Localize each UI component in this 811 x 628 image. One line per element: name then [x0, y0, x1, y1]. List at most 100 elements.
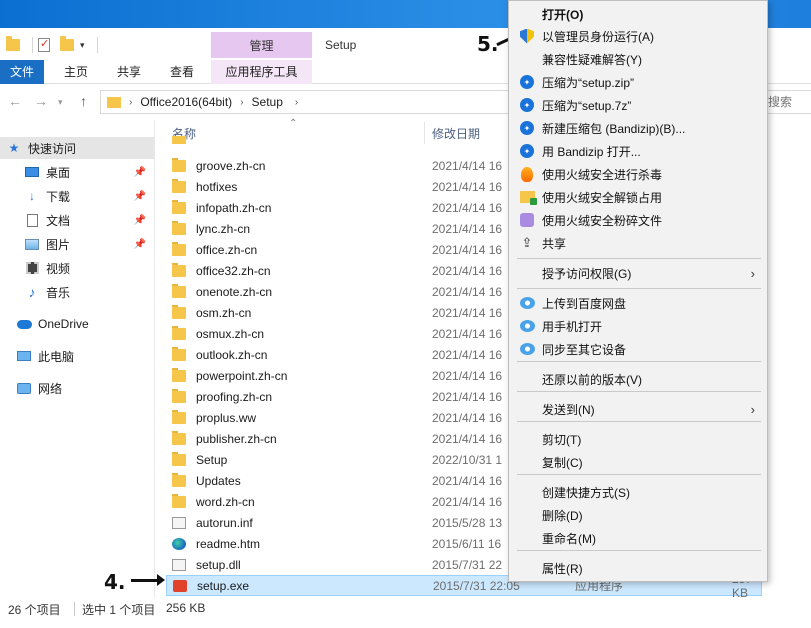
- file-name: office32.zh-cn: [196, 263, 271, 278]
- breadcrumb-office2016[interactable]: Office2016(64bit): [140, 95, 232, 109]
- pin-icon[interactable]: 📌: [134, 239, 146, 250]
- menu-item[interactable]: 复制(C): [509, 451, 767, 473]
- folder-icon: [172, 346, 186, 361]
- nav-network[interactable]: 网络: [0, 377, 154, 399]
- file-name: readme.htm: [196, 536, 261, 551]
- menu-item[interactable]: 删除(D): [509, 504, 767, 526]
- folder-icon: [172, 430, 186, 445]
- menu-separator: [517, 550, 761, 551]
- nav-music[interactable]: ♪ 音乐: [0, 281, 154, 303]
- chevron-right-icon[interactable]: ›: [240, 97, 243, 108]
- baidu-cloud-icon: [519, 295, 535, 311]
- nav-documents[interactable]: 文档 📌: [0, 209, 154, 231]
- menu-item[interactable]: 以管理员身份运行(A): [509, 25, 767, 47]
- pin-icon[interactable]: 📌: [134, 167, 146, 178]
- pin-icon[interactable]: 📌: [134, 191, 146, 202]
- cloud-icon: [16, 317, 32, 331]
- folder-icon: [172, 283, 186, 298]
- menu-separator: [517, 361, 761, 362]
- menu-item[interactable]: 发送到(N) ›: [509, 398, 767, 420]
- pin-icon[interactable]: 📌: [134, 215, 146, 226]
- file-modified-date: 2021/4/14 16: [432, 389, 503, 404]
- tab-file[interactable]: 文件: [0, 60, 44, 84]
- file-name: Setup: [196, 452, 228, 467]
- folder-icon: [172, 178, 186, 193]
- menu-item[interactable]: 使用火绒安全解锁占用: [509, 186, 767, 208]
- menu-item[interactable]: 还原以前的版本(V): [509, 368, 767, 390]
- menu-separator: [517, 474, 761, 475]
- file-modified-date: 2015/7/31 22:05: [433, 578, 520, 593]
- nav-label: 快速访问: [28, 141, 77, 156]
- menu-item[interactable]: ⇪ 共享: [509, 232, 767, 254]
- quick-access-toolbar: [6, 36, 20, 54]
- nav-label: 图片: [46, 237, 71, 252]
- navigation-pane: ★ 快速访问 桌面 📌 ↓ 下载 📌 文档 📌 图片 📌 视频 ♪ 音乐 One…: [0, 120, 155, 598]
- menu-item[interactable]: 剪切(T): [509, 428, 767, 450]
- context-tab-header[interactable]: 管理: [211, 32, 312, 58]
- chevron-right-icon[interactable]: ›: [129, 97, 132, 108]
- menu-item[interactable]: 上传到百度网盘: [509, 292, 767, 314]
- file-modified-date: 2015/7/31 22: [432, 557, 503, 572]
- file-name: proplus.ww: [196, 410, 257, 425]
- up-arrow-icon[interactable]: ↑: [80, 93, 87, 109]
- nav-desktop[interactable]: 桌面 📌: [0, 161, 154, 183]
- menu-item[interactable]: 使用火绒安全粉碎文件: [509, 209, 767, 231]
- menu-item[interactable]: 打开(O): [509, 3, 767, 25]
- menu-item-label: 压缩为“setup.zip”: [542, 75, 635, 90]
- menu-item[interactable]: 属性(R): [509, 557, 767, 579]
- menu-item-label: 还原以前的版本(V): [542, 372, 642, 387]
- menu-item[interactable]: 使用火绒安全进行杀毒: [509, 163, 767, 185]
- tab-application-tools[interactable]: 应用程序工具: [211, 60, 312, 84]
- file-icon: [172, 558, 186, 571]
- folder-icon: [172, 199, 186, 214]
- picture-icon: [24, 237, 40, 251]
- forward-arrow-icon[interactable]: →: [34, 93, 48, 109]
- breadcrumb-setup[interactable]: Setup: [252, 95, 283, 109]
- menu-item[interactable]: ✦ 用 Bandizip 打开...: [509, 140, 767, 162]
- bandizip-icon: ✦: [519, 120, 535, 136]
- file-modified-date: 2021/4/14 16: [432, 263, 503, 278]
- nav-label: 文档: [46, 213, 71, 228]
- menu-item[interactable]: 授予访问权限(G) ›: [509, 262, 767, 284]
- nav-pictures[interactable]: 图片 📌: [0, 233, 154, 255]
- file-modified-date: 2021/4/14 16: [432, 410, 503, 425]
- folder-icon: [172, 325, 186, 340]
- tab-home[interactable]: 主页: [52, 60, 100, 84]
- menu-item[interactable]: 重命名(M): [509, 527, 767, 549]
- recent-locations-chevron-icon[interactable]: ▾: [58, 97, 63, 108]
- step-4-arrow: [131, 574, 165, 586]
- huorong-shred-icon: [519, 212, 535, 228]
- folder-icon: [172, 367, 186, 382]
- menu-item[interactable]: 创建快捷方式(S): [509, 481, 767, 503]
- menu-item[interactable]: ✦ 新建压缩包 (Bandizip)(B)...: [509, 117, 767, 139]
- folder-icon: [172, 472, 186, 487]
- new-folder-button[interactable]: [60, 36, 74, 54]
- nav-this-pc[interactable]: 此电脑: [0, 345, 154, 367]
- menu-item[interactable]: ✦ 压缩为“setup.zip”: [509, 71, 767, 93]
- tab-share[interactable]: 共享: [106, 60, 152, 84]
- folder-icon: [172, 304, 186, 319]
- menu-item[interactable]: 同步至其它设备: [509, 338, 767, 360]
- back-arrow-icon[interactable]: ←: [8, 93, 22, 109]
- customize-quick-access-button[interactable]: ▾: [80, 36, 85, 54]
- menu-item-label: 同步至其它设备: [542, 342, 627, 357]
- nav-downloads[interactable]: ↓ 下载 📌: [0, 185, 154, 207]
- properties-button[interactable]: [38, 36, 50, 54]
- menu-item-label: 压缩为“setup.7z”: [542, 98, 632, 113]
- file-name: office.zh-cn: [196, 242, 258, 257]
- menu-item[interactable]: 用手机打开: [509, 315, 767, 337]
- nav-onedrive[interactable]: OneDrive: [0, 313, 154, 335]
- menu-item[interactable]: ✦ 压缩为“setup.7z”: [509, 94, 767, 116]
- folder-icon: [107, 96, 121, 108]
- menu-item[interactable]: 兼容性疑难解答(Y): [509, 48, 767, 70]
- chevron-right-icon[interactable]: ›: [295, 97, 298, 108]
- nav-videos[interactable]: 视频: [0, 257, 154, 279]
- edge-browser-icon: [172, 537, 186, 550]
- tab-view[interactable]: 查看: [158, 60, 206, 84]
- desktop-icon: [24, 165, 40, 179]
- properties-icon: [38, 37, 50, 52]
- document-icon: [24, 213, 40, 227]
- menu-separator: [517, 258, 761, 259]
- file-name: infopath.zh-cn: [196, 200, 272, 215]
- nav-quick-access[interactable]: ★ 快速访问: [0, 137, 154, 159]
